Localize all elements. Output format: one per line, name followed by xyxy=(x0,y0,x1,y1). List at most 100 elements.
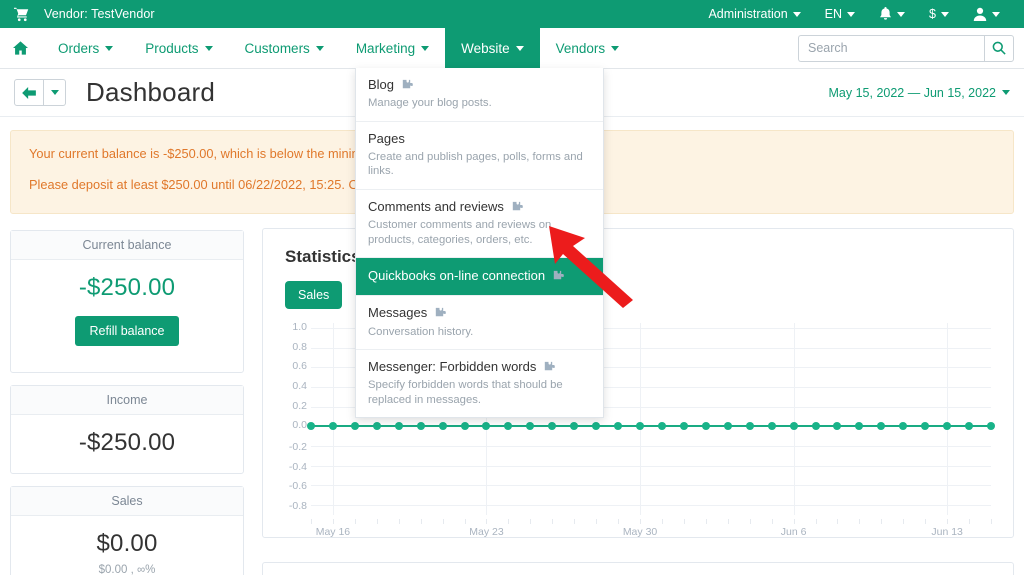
dropdown-item-messenger-forbidden-words[interactable]: Messenger: Forbidden words Specify forbid… xyxy=(356,350,603,417)
user-icon xyxy=(973,7,987,21)
search-button[interactable] xyxy=(984,34,1014,62)
search-input[interactable] xyxy=(798,34,984,62)
dropdown-item-label: Comments and reviews xyxy=(368,198,504,214)
stats-sidebar: Current balance -$250.00 Refill balance … xyxy=(10,230,244,575)
dashboard-screen: Vendor: TestVendor Administration EN $ O xyxy=(0,0,1024,575)
chart-data-point[interactable] xyxy=(438,422,447,431)
dropdown-item-label: Blog xyxy=(368,77,395,92)
chart-data-point[interactable] xyxy=(855,422,864,431)
chart-x-tick xyxy=(464,519,466,524)
dropdown-item-comments-and-reviews[interactable]: Comments and reviews Customer comments an… xyxy=(356,190,603,259)
nav-website[interactable]: Website xyxy=(445,28,540,68)
chart-data-point[interactable] xyxy=(460,422,469,431)
chart-data-point[interactable] xyxy=(701,422,710,431)
chart-data-point[interactable] xyxy=(482,422,491,431)
nav-home[interactable] xyxy=(0,28,42,68)
chart-x-tick xyxy=(420,519,422,524)
tab-sales[interactable]: Sales xyxy=(285,281,343,309)
chart-x-tick xyxy=(859,519,861,524)
chart-data-point[interactable] xyxy=(745,422,754,431)
chart-x-tick xyxy=(376,519,378,524)
dropdown-item-blog[interactable]: Blog Manage your blog posts. xyxy=(356,68,603,122)
chart-y-tick-label: -0.8 xyxy=(288,500,307,513)
back-button[interactable] xyxy=(14,79,44,106)
chart-data-point[interactable] xyxy=(350,422,359,431)
refill-balance-button[interactable]: Refill balance xyxy=(75,316,179,346)
dropdown-item-title: Messages xyxy=(368,305,591,321)
top-utility-bar: Vendor: TestVendor Administration EN $ xyxy=(0,0,1024,28)
sales-value: $0.00 xyxy=(96,530,158,557)
chart-data-point[interactable] xyxy=(328,422,337,431)
chart-data-point[interactable] xyxy=(767,422,776,431)
chart-y-tick-label: -0.6 xyxy=(288,480,307,493)
nav-orders-label: Orders xyxy=(58,40,100,56)
dropdown-item-label: Messenger: Forbidden words xyxy=(368,358,537,374)
card-current-balance-body: -$250.00 Refill balance xyxy=(11,260,243,372)
chart-data-point[interactable] xyxy=(811,422,820,431)
chart-data-point[interactable] xyxy=(307,422,315,431)
chart-x-tick xyxy=(727,519,729,524)
chart-data-point[interactable] xyxy=(789,422,798,431)
current-balance-value: -$250.00 xyxy=(78,274,176,301)
bell-icon xyxy=(880,7,891,20)
currency-menu[interactable]: $ xyxy=(917,0,961,28)
addon-puzzle-icon xyxy=(553,271,564,280)
language-menu[interactable]: EN xyxy=(813,0,867,28)
chart-x-tick xyxy=(969,519,971,524)
chart-data-point[interactable] xyxy=(570,422,579,431)
nav-customers[interactable]: Customers xyxy=(229,28,340,68)
chevron-down-icon xyxy=(897,11,906,17)
arrow-left-icon xyxy=(22,86,36,99)
chart-data-point[interactable] xyxy=(965,422,974,431)
vendor-label: Vendor: TestVendor xyxy=(44,7,155,21)
chart-data-point[interactable] xyxy=(614,422,623,431)
chart-data-point[interactable] xyxy=(394,422,403,431)
chart-x-tick xyxy=(398,519,400,524)
chart-data-point[interactable] xyxy=(504,422,513,431)
chart-data-point[interactable] xyxy=(416,422,425,431)
chart-data-point[interactable] xyxy=(592,422,601,431)
chart-x-axis: May 16 May 23 May 30 Jun 6 Jun 13 xyxy=(311,519,992,538)
chart-y-tick-label: 0.0 xyxy=(292,419,307,432)
nav-products[interactable]: Products xyxy=(129,28,228,68)
notifications-menu[interactable] xyxy=(867,0,917,28)
sales-subvalue: $0.00 , ∞% xyxy=(98,564,156,575)
dropdown-item-messages[interactable]: Messages Conversation history. xyxy=(356,296,603,350)
chart-data-point[interactable] xyxy=(921,422,930,431)
chart-x-tick xyxy=(332,519,334,524)
dropdown-item-quickbooks-on-line-connection[interactable]: Quickbooks on-line connection xyxy=(356,258,603,297)
chart-data-point[interactable] xyxy=(877,422,886,431)
chart-data-point[interactable] xyxy=(548,422,557,431)
administration-menu[interactable]: Administration xyxy=(696,0,812,28)
chart-data-point[interactable] xyxy=(899,422,908,431)
nav-products-label: Products xyxy=(145,40,199,56)
date-range-picker[interactable]: May 15, 2022 — Jun 15, 2022 xyxy=(829,86,1010,100)
nav-vendors[interactable]: Vendors xyxy=(540,28,636,68)
nav-orders[interactable]: Orders xyxy=(42,28,129,68)
back-history-dropdown[interactable] xyxy=(44,79,66,106)
chart-data-point[interactable] xyxy=(679,422,688,431)
chart-x-tick xyxy=(749,519,751,524)
chart-data-point[interactable] xyxy=(723,422,732,431)
chart-data-point[interactable] xyxy=(833,422,842,431)
dropdown-item-pages[interactable]: Pages Create and publish pages, polls, fo… xyxy=(356,122,603,190)
chevron-down-icon xyxy=(611,45,620,51)
chart-x-tick xyxy=(442,519,444,524)
user-menu[interactable] xyxy=(961,0,1012,28)
chart-data-point[interactable] xyxy=(636,422,645,431)
chart-data-point[interactable] xyxy=(987,422,995,431)
home-icon xyxy=(13,41,28,55)
addon-puzzle-icon xyxy=(545,362,556,371)
chart-x-tick xyxy=(618,519,620,524)
search-area xyxy=(798,34,1014,62)
cart-icon[interactable] xyxy=(12,7,30,22)
page-title: Dashboard xyxy=(86,77,215,107)
chart-x-tick-label: Jun 13 xyxy=(931,526,963,538)
nav-marketing[interactable]: Marketing xyxy=(340,28,445,68)
chart-data-point[interactable] xyxy=(943,422,952,431)
chart-data-point[interactable] xyxy=(372,422,381,431)
chart-data-point[interactable] xyxy=(657,422,666,431)
chart-data-point[interactable] xyxy=(526,422,535,431)
bottom-panel-partial xyxy=(262,562,1014,575)
chart-x-tick-label: May 23 xyxy=(469,526,504,538)
